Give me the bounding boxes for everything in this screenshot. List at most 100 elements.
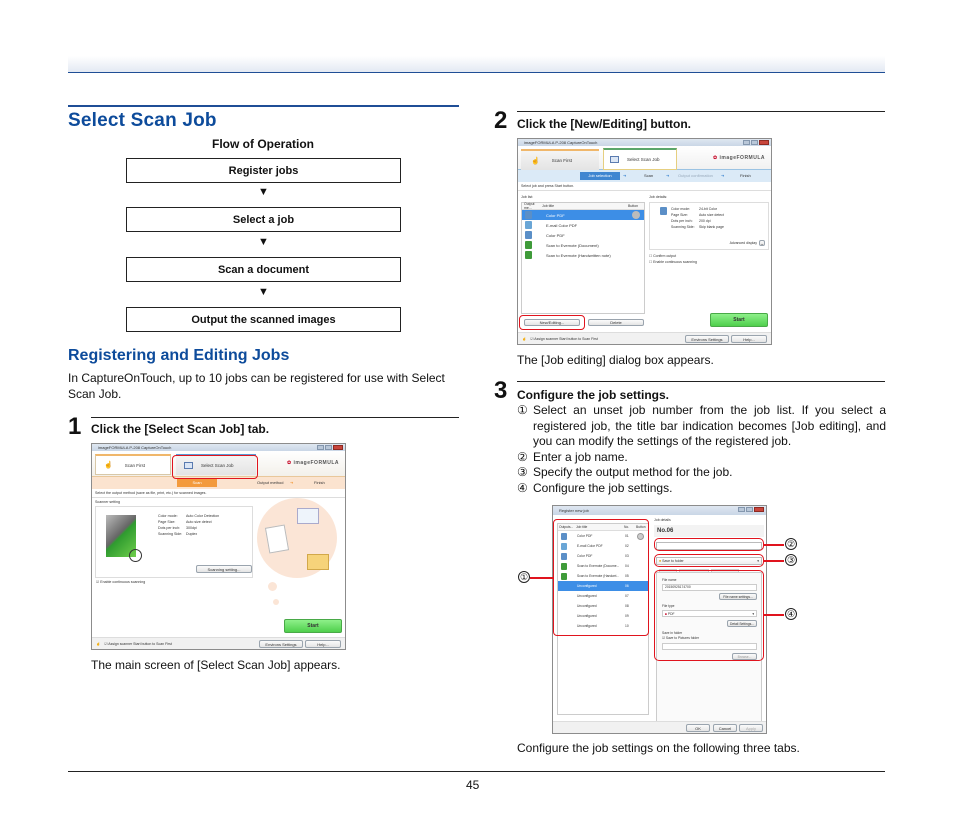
email-icon [297,508,319,524]
settings-list: Color mode: Auto Color Detection Page Siz… [158,513,219,537]
setting-label: Scanning Side: [158,532,183,536]
apply-button[interactable]: Apply [739,724,763,732]
cancel-button[interactable]: Cancel [713,724,737,732]
callout-label: ③ [786,554,796,565]
pdf-job-icon [525,231,532,239]
step-rule [517,111,885,112]
advanced-display-toggle[interactable]: Advanced display ⌄ [730,240,765,246]
delete-button[interactable]: Delete [588,319,644,326]
help-button[interactable]: Help... [305,640,341,648]
highlight-job-settings [654,570,764,661]
start-button[interactable]: Start [284,619,342,633]
env-settings-button[interactable]: Environs Settings [685,335,729,343]
flow-arrow: ▼ [258,286,269,298]
start-button[interactable]: Start [710,313,768,327]
highlight-job-name [654,538,764,551]
assign-checkbox[interactable]: ☑ Assign scanner Start button to Scan Fi… [104,642,172,646]
callout-1: ① [518,571,530,583]
page-header-band [68,56,885,73]
column-header: Button [628,204,639,208]
callout-line [530,577,553,579]
status-bar: ☝ ☑ Assign scanner Start button to Scan … [92,637,345,649]
step-number: 2 [494,107,508,134]
callout-label: ④ [786,608,796,619]
callout-3: ③ [785,554,797,566]
window-controls [738,507,764,512]
job-row[interactable]: Color PDF [522,230,644,240]
job-row[interactable]: Scan to Evernote (Document) [522,240,644,250]
ok-button[interactable]: OK [686,724,710,732]
window-titlebar: imageFORMULA P-208 CaptureOnTouch [92,444,345,451]
window-title: Register new job [559,508,589,513]
highlight-new-editing-button [519,315,585,330]
canon-logo-icon: ✿ [286,460,292,466]
highlight-job-list [553,519,649,636]
chevron-down-icon: ⌄ [759,240,765,246]
window-controls [317,445,343,450]
step-caption: The main screen of [Select Scan Job] app… [91,658,341,672]
arrow-right-icon: ➜ [623,173,627,178]
checkbox-label: Enable continuous scanning [653,260,697,264]
job-list-label: Job list: [521,195,534,199]
instruction-item: ① Select an unset job number from the job… [517,403,886,450]
job-row-selected[interactable]: Color PDF [522,210,644,220]
brand-logo: ✿ imageFORMULA [713,155,765,161]
flow-step: Register jobs [126,158,401,183]
flow-step: Select a job [126,207,401,232]
item-marker: ② [517,449,528,464]
tab-select-scan-job[interactable]: Select Scan Job [603,148,677,170]
arrow-right-icon: ➜ [666,173,670,178]
page-number: 45 [466,778,480,792]
item-text: Select an unset job number from the job … [533,403,886,448]
tab-scan-first[interactable]: ☝ Scan First [521,149,599,170]
job-title: E-mail Color PDF [546,222,578,228]
job-details-panel: Color mode: 24-bit Color Page Size: Auto s… [649,202,769,250]
highlight-output-method [654,554,764,567]
job-row[interactable]: Scan to Evernote (Handwritten note) [522,250,644,260]
job-row[interactable]: E-mail Color PDF [522,220,644,230]
callout-4: ④ [785,608,797,620]
brand-text: imageFORMULA [293,460,339,466]
job-number: No.06 [654,525,764,537]
progress-step: Output method [257,480,284,485]
checkbox-label: Assign scanner Start button to Scan Firs… [108,641,172,646]
checkbox-label: Enable continuous scanning [100,580,146,584]
screenshot-main-screen: imageFORMULA P-208 CaptureOnTouch ☝ Scan… [91,443,346,650]
window-titlebar: Register new job [553,506,766,515]
item-marker: ③ [517,465,528,479]
details-list: Color mode: 24-bit Color Page Size: Auto s… [671,206,724,230]
subsection-title: Registering and Editing Jobs [68,347,290,364]
step-title: Click the [Select Scan Job] tab. [91,422,270,436]
instruction-text: Select the output method (save as file, … [92,489,345,498]
tab-scan-first[interactable]: ☝ Scan First [95,454,171,475]
pdf-job-icon [660,207,667,215]
step-number: 3 [494,377,508,404]
progress-step: Output confirmation [678,173,713,178]
assign-checkbox[interactable]: ☑ Assign scanner Start button to Scan Fi… [530,337,598,341]
help-button[interactable]: Help... [731,335,767,343]
continuous-checkbox[interactable]: ☑ Enable continuous scanning [92,578,345,586]
dialog-footer: OK Cancel Apply [553,721,766,733]
scanning-setting-button[interactable]: Scanning setting... [196,565,252,573]
window-titlebar: imageFORMULA P-208 CaptureOnTouch [518,139,771,146]
brand-text: imageFORMULA [719,155,765,161]
brand-logo: ✿ imageFORMULA [287,460,339,466]
env-settings-button[interactable]: Environs Settings [259,640,303,648]
job-title: Scan to Evernote (Document) [546,242,599,248]
status-bar: ☝ ☑ Assign scanner Start button to Scan … [518,332,771,344]
magnifier-icon [129,549,142,562]
scanner-setting-panel: Color mode: Auto Color Detection Page Siz… [95,506,253,578]
document-icon [264,524,290,554]
flow-step: Output the scanned images [126,307,401,332]
tab-label: Select Scan Job [627,157,660,162]
continuous-checkbox[interactable]: ☐ Enable continuous scanning [649,259,697,265]
callout-label: ② [786,538,796,549]
job-list-icon [610,156,619,163]
instruction-item: ② Enter a job name. [517,450,886,466]
detail-label: Scanning Side: [671,225,695,229]
email-job-icon [525,221,532,229]
tab-label: Scan First [124,462,145,468]
intro-paragraph: In CaptureOnTouch, up to 10 jobs can be … [68,371,445,401]
callout-line [764,614,784,616]
job-title: Color PDF [546,232,565,238]
